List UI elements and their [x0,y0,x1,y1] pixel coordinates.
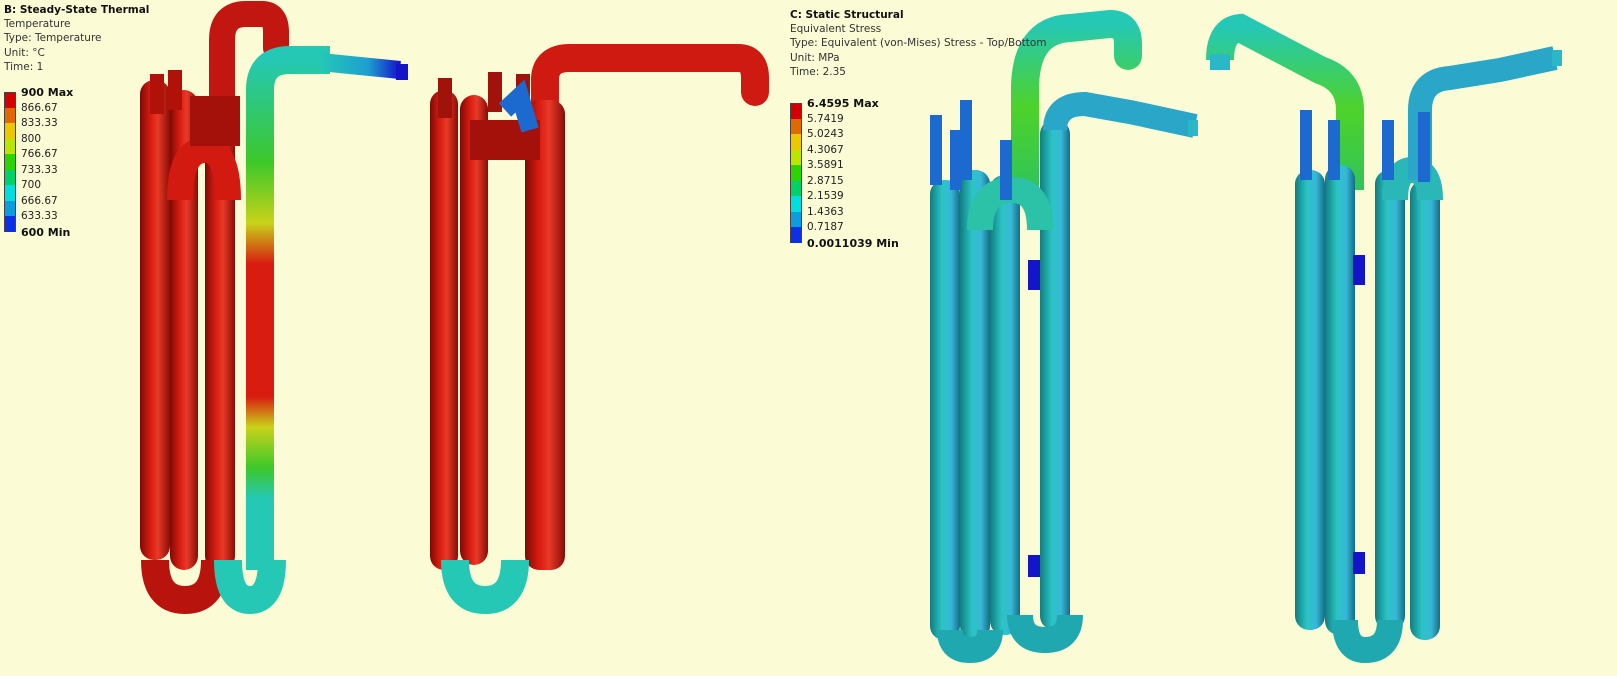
legend-swatch [4,138,16,154]
legend-swatch [790,134,802,150]
legend-swatch [4,200,16,216]
structural-type: Type: Equivalent (von-Mises) Stress - To… [790,37,1047,50]
thermal-type: Type: Temperature [4,32,102,45]
structural-unit: Unit: MPa [790,51,840,64]
thermal-result-name: Temperature [4,18,71,31]
thermal-model-view[interactable] [0,0,800,676]
structural-title: C: Static Structural [790,9,904,21]
legend-swatch [4,154,16,170]
structural-assembly-left [930,9,1198,664]
legend-label: 5.7419 [807,112,844,125]
structural-model-view[interactable] [800,0,1617,676]
legend-swatch [790,196,802,212]
legend-swatch [4,107,16,123]
structural-assembly-right [1206,13,1562,664]
legend-swatch [4,216,16,232]
thermal-unit: Unit: °C [4,46,45,59]
legend-swatch [4,169,16,185]
legend-swatch [790,227,802,243]
structural-result-name: Equivalent Stress [790,23,882,36]
legend-swatch [790,165,802,181]
legend-swatch [790,180,802,196]
thermal-time: Time: 1 [4,60,44,73]
legend-label: 833.33 [21,117,58,129]
legend-swatch [790,211,802,227]
legend-label: 0.0011039 Min [807,236,899,250]
legend-swatch [4,123,16,139]
legend-label: 766.67 [21,148,58,160]
legend-label: 5.0243 [807,128,844,140]
viewport[interactable]: B: Steady-State Thermal Temperature Type… [0,0,1617,676]
thermal-assembly-left [140,0,408,615]
legend-label: 600 Min [21,225,71,239]
structural-info: C: Static Structural Equivalent Stress T… [790,8,1047,79]
legend-swatch [4,92,16,108]
legend-label: 4.3067 [807,143,844,156]
legend-label: 733.33 [21,163,58,176]
legend-label: 866.67 [21,101,58,114]
legend-label: 2.1539 [807,190,844,202]
legend-label: 6.4595 Max [807,97,879,110]
legend-label: 666.67 [21,194,58,207]
thermal-title: B: Steady-State Thermal [4,4,150,16]
legend-label: 700 [21,179,42,191]
thermal-assembly-right [430,44,769,615]
legend-label: 0.7187 [807,221,844,233]
thermal-info: B: Steady-State Thermal Temperature Type… [4,3,149,74]
legend-swatch [790,103,802,119]
legend-swatch [4,185,16,201]
legend-swatch [790,149,802,165]
legend-label: 1.4363 [807,205,844,218]
legend-label: 900 Max [21,86,74,99]
legend-label: 2.8715 [807,174,844,187]
structural-result-panel: C: Static Structural Equivalent Stress T… [790,0,1617,676]
legend-label: 3.5891 [807,159,844,171]
legend-label: 633.33 [21,210,58,222]
structural-time: Time: 2.35 [790,65,846,78]
thermal-result-panel: B: Steady-State Thermal Temperature Type… [0,0,800,676]
legend-label: 800 [21,132,42,145]
legend-swatch [790,118,802,134]
